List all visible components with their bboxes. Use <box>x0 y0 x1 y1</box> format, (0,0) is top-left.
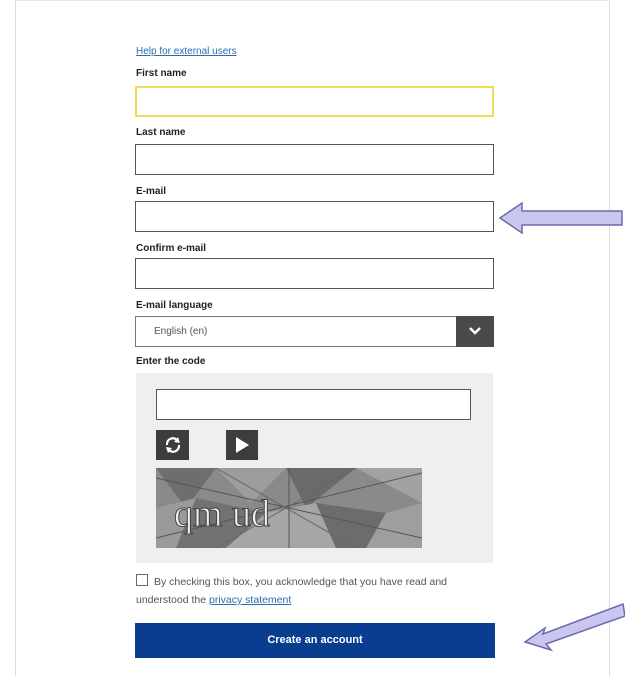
last-name-label: Last name <box>136 127 186 138</box>
captcha-refresh-button[interactable] <box>156 430 189 460</box>
create-account-button[interactable]: Create an account <box>135 623 495 658</box>
confirm-email-field[interactable] <box>135 258 494 289</box>
captcha-image-text: qm ud <box>174 493 270 535</box>
privacy-statement-link[interactable]: privacy statement <box>209 594 291 606</box>
consent-checkbox[interactable] <box>136 574 148 586</box>
last-name-field[interactable] <box>135 144 494 175</box>
captcha-image: qm ud <box>156 468 422 548</box>
arrow-pointer-create <box>523 602 625 652</box>
captcha-box: qm ud <box>136 373 493 563</box>
chevron-down-button[interactable] <box>456 316 494 347</box>
confirm-email-label: Confirm e-mail <box>136 243 207 254</box>
consent-text: By checking this box, you acknowledge th… <box>136 576 448 606</box>
chevron-down-icon <box>469 327 481 335</box>
refresh-icon <box>165 437 181 453</box>
enter-code-label: Enter the code <box>136 356 206 367</box>
email-label: E-mail <box>136 186 167 197</box>
consent-row: By checking this box, you acknowledge th… <box>136 573 496 609</box>
first-name-field[interactable] <box>135 86 494 117</box>
first-name-label: First name <box>136 68 187 79</box>
email-field[interactable] <box>135 201 494 232</box>
email-language-label: E-mail language <box>136 300 213 311</box>
captcha-play-button[interactable] <box>226 430 258 460</box>
email-language-select[interactable]: English (en) <box>135 316 494 347</box>
play-icon <box>236 437 249 453</box>
arrow-pointer-email <box>498 201 623 235</box>
email-language-value: English (en) <box>154 326 208 337</box>
captcha-input[interactable] <box>156 389 471 420</box>
help-link[interactable]: Help for external users <box>136 46 237 57</box>
